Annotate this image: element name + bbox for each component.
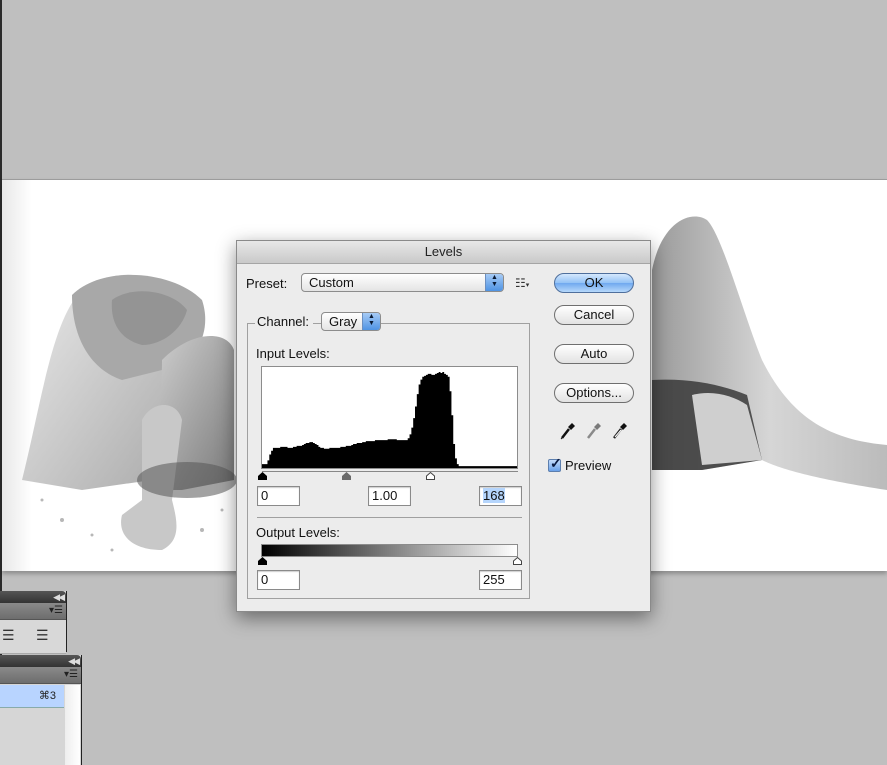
input-gamma-field[interactable]: 1.00	[368, 486, 411, 506]
panel-tabbar: ▾☰	[0, 603, 66, 620]
channel-dropdown[interactable]: Gray ▲ ▼	[321, 312, 381, 331]
panel-scrollbar[interactable]	[65, 685, 80, 765]
histogram-area	[262, 372, 517, 468]
channel-label: Channel:	[257, 314, 310, 329]
channels-panel: ◀◀ ▾☰ ⌘3	[0, 655, 82, 765]
list-options-icon[interactable]: ☷▾	[515, 276, 529, 290]
panel-selected-row[interactable]: ⌘3	[0, 685, 64, 708]
preset-value: Custom	[309, 275, 354, 290]
panel-menu-icon[interactable]: ▾☰	[64, 669, 78, 681]
output-white-value: 255	[483, 572, 505, 587]
output-black-value: 0	[261, 572, 269, 587]
checkmark-icon: ✓	[550, 455, 562, 471]
levels-dialog: Levels Preset: Custom ▲ ▼ ☷▾ Channel: Gra…	[236, 240, 651, 612]
input-white-field[interactable]: 168	[479, 486, 522, 506]
channel-row: Channel:	[255, 314, 314, 329]
input-black-point-handle[interactable]	[257, 472, 267, 480]
preview-label[interactable]: Preview	[565, 458, 611, 473]
panel-tabbar: ▾☰	[0, 667, 81, 684]
collapse-arrows-icon[interactable]: ◀◀	[68, 655, 80, 667]
dialog-title[interactable]: Levels	[237, 241, 650, 264]
output-white-handle[interactable]	[513, 557, 522, 565]
output-black-field[interactable]: 0	[257, 570, 300, 590]
channel-value: Gray	[329, 314, 358, 329]
preset-label: Preset:	[246, 276, 288, 291]
cancel-button[interactable]: Cancel	[554, 305, 634, 325]
panel-body: ☰ ☰	[0, 620, 66, 654]
input-black-field[interactable]: 0	[257, 486, 300, 506]
options-button[interactable]: Options...	[554, 383, 634, 403]
updown-arrows-icon: ▲ ▼	[362, 313, 380, 330]
panel-titlebar[interactable]: ◀◀	[0, 655, 81, 667]
output-levels-label: Output Levels:	[256, 525, 340, 540]
input-gamma-value: 1.00	[372, 488, 398, 503]
panel-menu-icon[interactable]: ▾☰	[49, 605, 63, 617]
input-white-value: 168	[483, 488, 505, 503]
paragraph-panel: ◀◀ ▾☰ ☰ ☰	[0, 591, 67, 654]
histogram-plot	[262, 372, 517, 468]
output-white-field[interactable]: 255	[479, 570, 522, 590]
separator	[257, 517, 522, 518]
preview-checkbox[interactable]: ✓	[548, 455, 562, 472]
auto-button[interactable]: Auto	[554, 344, 634, 364]
black-point-eyedropper-icon[interactable]	[560, 422, 576, 440]
input-slider-track[interactable]	[262, 471, 518, 472]
shortcut-label: ⌘3	[38, 690, 56, 702]
ok-button[interactable]: OK	[554, 273, 634, 293]
updown-arrows-icon: ▲ ▼	[485, 274, 503, 291]
output-gradient-bar[interactable]	[261, 544, 518, 557]
white-point-eyedropper-icon[interactable]	[612, 422, 628, 440]
gray-point-eyedropper-icon[interactable]	[586, 422, 602, 440]
input-gamma-handle[interactable]	[341, 472, 351, 480]
input-levels-label: Input Levels:	[256, 346, 330, 361]
justify-icon[interactable]: ☰	[36, 628, 49, 642]
align-left-icon[interactable]: ☰	[2, 628, 15, 642]
input-black-value: 0	[261, 488, 269, 503]
output-black-handle[interactable]	[258, 557, 267, 565]
input-white-point-handle[interactable]	[426, 472, 436, 480]
histogram	[261, 366, 518, 469]
collapse-arrows-icon[interactable]: ◀◀	[53, 591, 65, 603]
panel-titlebar[interactable]: ◀◀	[0, 591, 66, 603]
preset-dropdown[interactable]: Custom ▲ ▼	[301, 273, 504, 292]
